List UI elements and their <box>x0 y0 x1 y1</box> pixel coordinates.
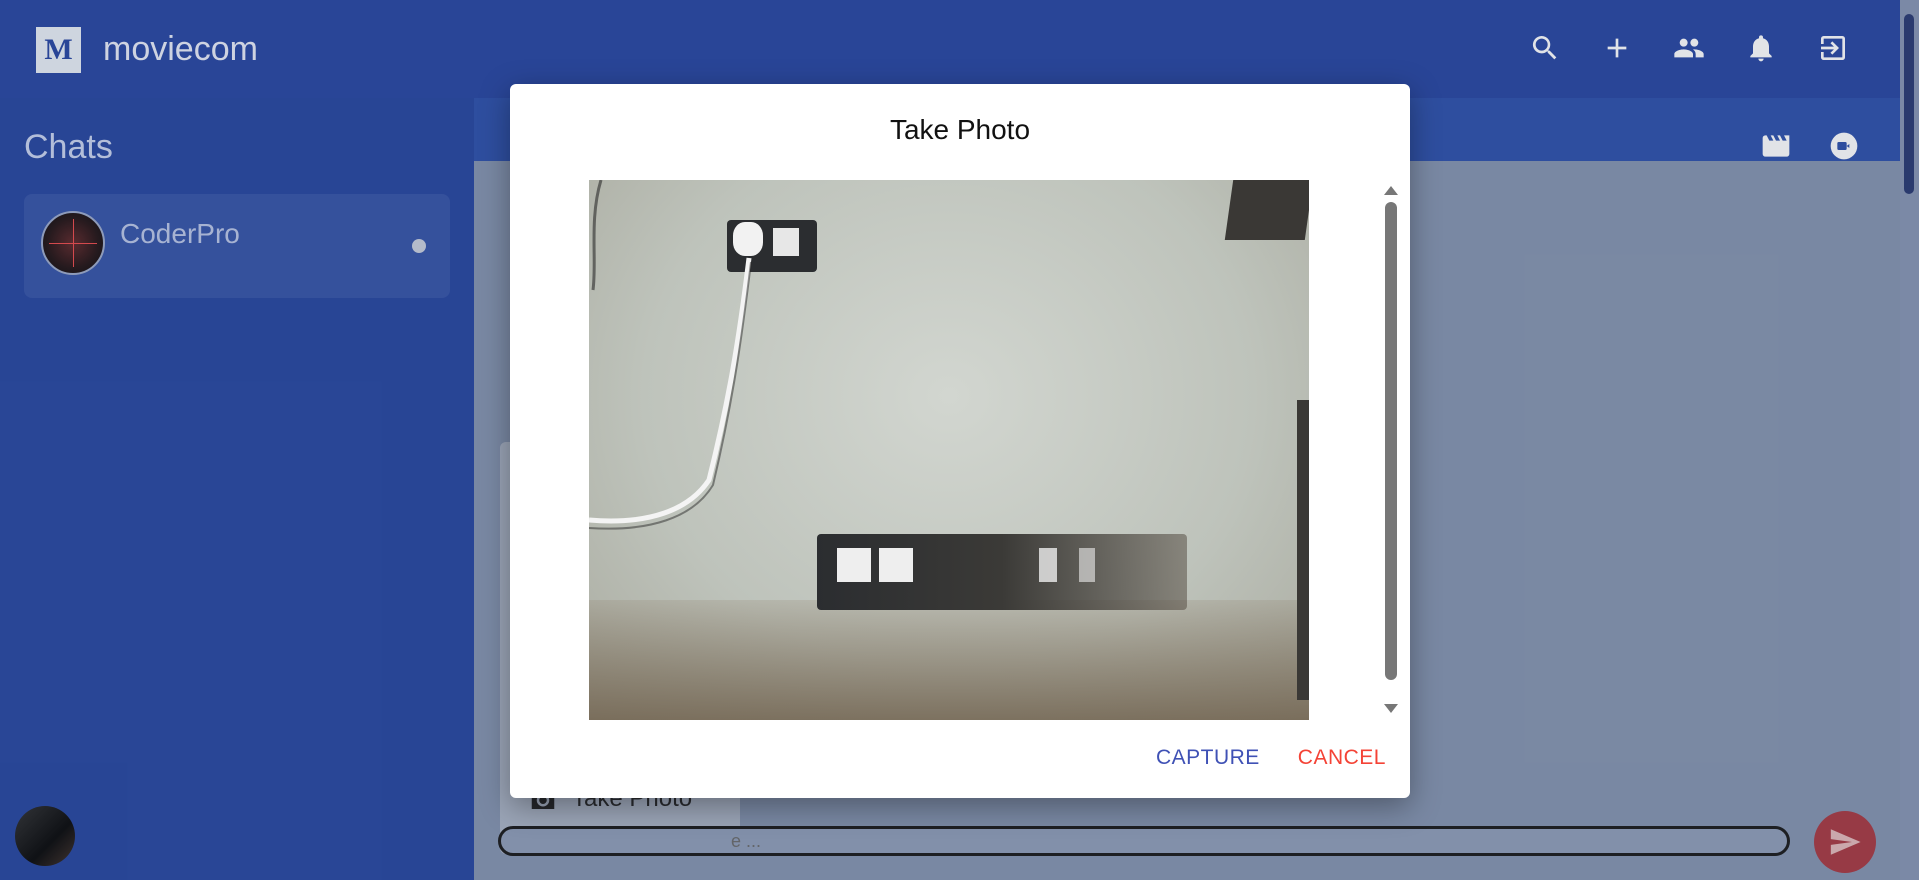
dialog-actions: CAPTURE CANCEL <box>1156 746 1386 770</box>
dialog-title: Take Photo <box>889 114 1031 145</box>
camera-preview <box>589 180 1309 720</box>
take-photo-dialog: Take Photo CAPTURE CANCEL <box>510 84 1410 798</box>
dialog-scrollbar[interactable] <box>1384 184 1398 714</box>
page-scrollbar[interactable] <box>1900 0 1919 880</box>
scroll-down-arrow <box>1384 704 1398 713</box>
scroll-up-arrow <box>1384 186 1398 195</box>
capture-button[interactable]: CAPTURE <box>1156 746 1260 770</box>
preview-socket-board <box>817 534 1187 610</box>
preview-shape <box>1297 400 1309 700</box>
preview-floor <box>589 600 1309 720</box>
cancel-button[interactable]: CANCEL <box>1298 746 1386 770</box>
scroll-thumb <box>1385 202 1397 680</box>
